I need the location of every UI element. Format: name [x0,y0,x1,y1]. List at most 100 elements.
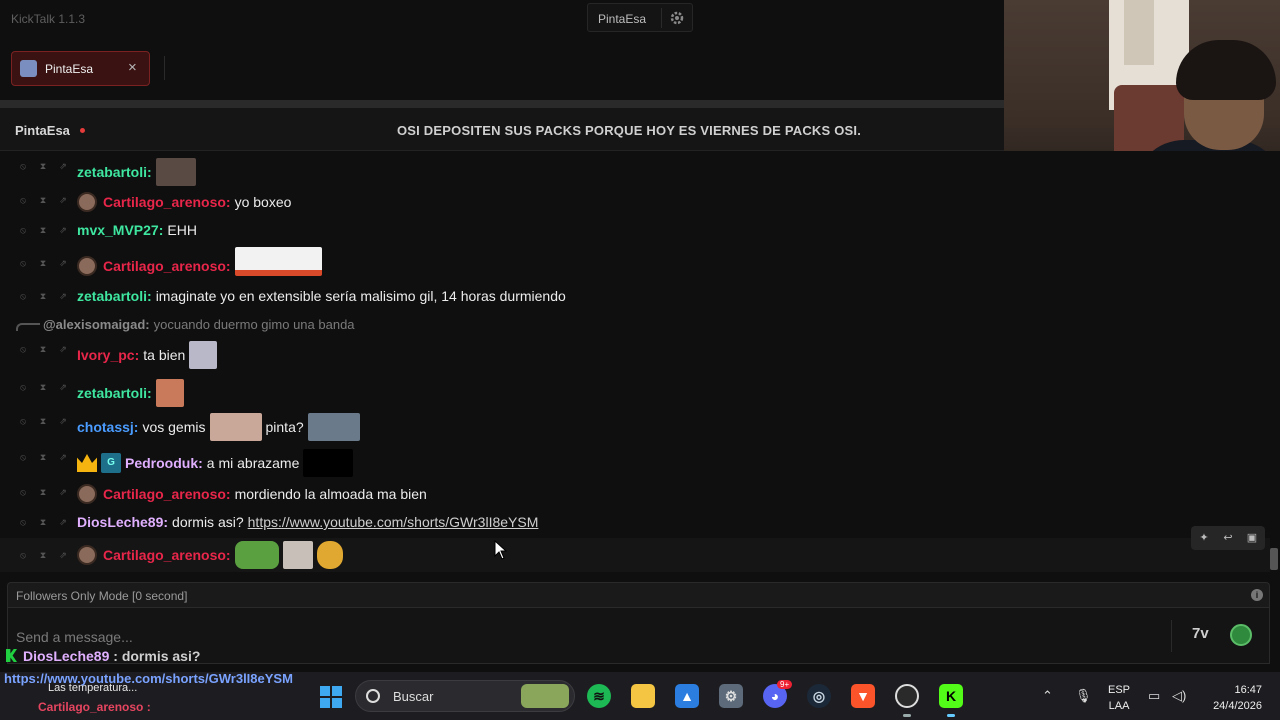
close-icon[interactable]: × [128,59,137,76]
pin-icon[interactable]: ⇗ [56,159,70,173]
photos-icon[interactable]: ▲ [675,684,699,708]
timeout-icon[interactable]: ⧗ [36,342,50,356]
chat-scrollbar[interactable] [1270,548,1278,570]
timeout-icon[interactable]: ⧗ [36,223,50,237]
reply-icon[interactable]: ↩ [1219,529,1237,547]
ban-icon[interactable]: ⦸ [16,548,30,562]
chat-message: ⦸ ⧗ ⇗ chotassj: vos gemis pinta? [0,406,1270,441]
steam-icon[interactable]: ◎ [807,684,831,708]
info-icon[interactable]: i [1251,589,1263,601]
timeout-icon[interactable]: ⧗ [36,515,50,529]
volume-icon[interactable]: ◁) [1172,688,1186,704]
pin-icon[interactable]: ⇗ [56,450,70,464]
timeout-icon[interactable]: ⧗ [36,414,50,428]
kicktalk-icon[interactable]: K [939,684,963,708]
timeout-icon[interactable]: ⧗ [36,450,50,464]
clock-time: 16:47 [1234,684,1262,696]
ban-icon[interactable]: ⦸ [16,450,30,464]
chat-username[interactable]: mvx_MVP27: [77,222,163,238]
pin-icon[interactable]: ⇗ [56,380,70,394]
ban-icon[interactable]: ⦸ [16,342,30,356]
chat-text-2: pinta? [265,419,304,435]
timeout-icon[interactable]: ⧗ [36,485,50,499]
chat-text: EHH [167,222,197,238]
ban-icon[interactable]: ⦸ [16,380,30,394]
chat-header: PintaEsa OSI DEPOSITEN SUS PACKS PORQUE … [0,108,1004,151]
chat-username[interactable]: Cartilago_arenoso: [103,258,231,274]
tab-pintaesa[interactable]: PintaEsa × [11,51,150,86]
search-highlight-image [521,684,569,708]
chat-message: ⦸ ⧗ ⇗ zetabartoli: imaginate yo en exten… [0,281,1270,311]
tray-expand-icon[interactable]: ⌃ [1042,688,1053,704]
chat-message: ⦸ ⧗ ⇗ mvx_MVP27: EHH [0,215,1270,245]
mod-controls: ⦸ ⧗ ⇗ [16,159,72,173]
ban-icon[interactable]: ⦸ [16,289,30,303]
timeout-icon[interactable]: ⧗ [36,159,50,173]
chat-emote [155,379,184,407]
mod-controls: ⦸ ⧗ ⇗ [16,450,72,464]
reply-preview[interactable]: @alexisomaigad: yocuando duermo gimo una… [0,311,1270,335]
emote-picker-icon[interactable] [1230,624,1252,646]
pin-icon[interactable]: ⇗ [56,256,70,270]
chat-username[interactable]: DiosLeche89: [77,514,168,530]
pin-icon[interactable]: ⇗ [56,515,70,529]
timeout-icon[interactable]: ⧗ [36,380,50,394]
microphone-icon[interactable]: 🎙 [1075,688,1092,704]
chat-username[interactable]: zetabartoli: [77,288,152,304]
pin-icon[interactable]: ⇗ [56,342,70,356]
pin-icon[interactable]: ⇗ [56,193,70,207]
network-icon[interactable]: ▭ [1148,688,1160,704]
ban-icon[interactable]: ⦸ [16,159,30,173]
chat-link[interactable]: https://www.youtube.com/shorts/GWr3lI8eY… [248,514,539,530]
timeout-icon[interactable]: ⧗ [36,548,50,562]
settings-icon[interactable]: ⚙ [719,684,743,708]
chat-username[interactable]: Cartilago_arenoso: [103,194,231,210]
pin-icon[interactable]: ⇗ [56,414,70,428]
ban-icon[interactable]: ⦸ [16,515,30,529]
obs-icon[interactable] [895,684,919,708]
chat-username[interactable]: chotassj: [77,419,138,435]
brave-icon[interactable]: ▼ [851,684,875,708]
pill-divider [661,8,662,28]
chat-username[interactable]: zetabartoli: [77,164,152,180]
chat-channel-name[interactable]: PintaEsa [15,123,70,138]
spotify-icon[interactable]: ≋ [587,684,611,708]
chat-message: ⦸ ⧗ ⇗ zetabartoli: [0,372,1270,407]
pin-icon[interactable]: ⇗ [56,485,70,499]
chat-text: dormis asi? [172,514,244,530]
ban-icon[interactable]: ⦸ [16,223,30,237]
pin-message-icon[interactable]: ✦ [1195,529,1213,547]
ban-icon[interactable]: ⦸ [16,193,30,207]
taskbar-search[interactable]: Buscar [355,680,575,712]
chat-username[interactable]: Cartilago_arenoso: [103,547,231,563]
ban-icon[interactable]: ⦸ [16,414,30,428]
pin-icon[interactable]: ⇗ [56,223,70,237]
ban-icon[interactable]: ⦸ [16,256,30,270]
language-indicator[interactable]: ESP LAA [1108,682,1130,714]
7tv-emote-icon[interactable]: 7v [1192,625,1214,647]
chat-username[interactable]: Cartilago_arenoso: [103,486,231,502]
file-explorer-icon[interactable] [631,684,655,708]
timeout-icon[interactable]: ⧗ [36,256,50,270]
chat-username[interactable]: Ivory_pc: [77,347,139,363]
copy-icon[interactable]: ▣ [1243,529,1261,547]
mod-controls: ⦸ ⧗ ⇗ [16,485,72,499]
reply-username: @alexisomaigad: [43,317,150,332]
timeout-icon[interactable]: ⧗ [36,289,50,303]
chat-emote [234,247,322,276]
pin-icon[interactable]: ⇗ [56,289,70,303]
settings-gear-icon[interactable] [668,9,686,27]
ban-icon[interactable]: ⦸ [16,485,30,499]
mod-controls: ⦸ ⧗ ⇗ [16,380,72,394]
channel-button[interactable]: PintaEsa [598,12,646,26]
windows-start-icon[interactable] [320,686,342,708]
chat-username[interactable]: Pedrooduk: [125,455,203,471]
timeout-icon[interactable]: ⧗ [36,193,50,207]
pin-icon[interactable]: ⇗ [56,548,70,562]
webcam-door-panel [1124,0,1154,65]
tab-label: PintaEsa [45,62,94,76]
clock[interactable]: 16:47 24/4/2026 [1202,682,1262,714]
chat-username[interactable]: zetabartoli: [77,385,152,401]
message-input[interactable] [16,623,1156,651]
chat-message-hovered: ⦸ ⧗ ⇗ Cartilago_arenoso: [0,538,1270,572]
